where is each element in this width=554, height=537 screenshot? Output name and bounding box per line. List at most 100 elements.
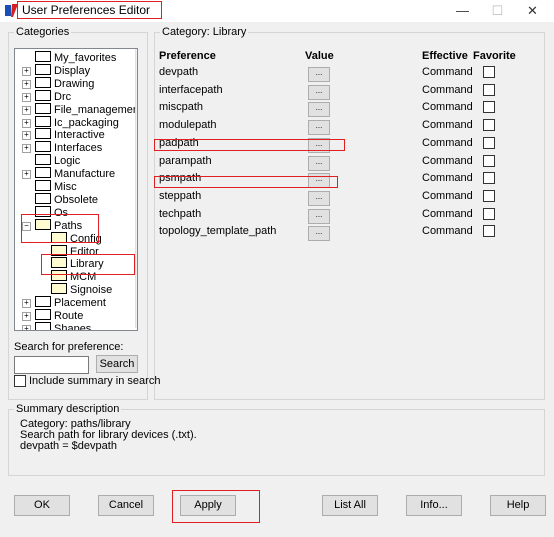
padpath-highlight-box <box>154 139 345 151</box>
tree-item-label: Placement <box>54 297 106 310</box>
tree-item[interactable]: + Shapes <box>22 321 91 330</box>
value-browse-button[interactable]: ... <box>308 102 330 118</box>
tree-item[interactable]: My_favorites <box>35 51 116 64</box>
paths-highlight-box <box>21 214 99 243</box>
value-browse-button[interactable]: ... <box>308 208 330 224</box>
favorite-checkbox[interactable] <box>483 172 495 185</box>
categories-label: Categories <box>14 26 72 38</box>
tree-expander[interactable]: + <box>22 118 31 128</box>
category-tree[interactable]: My_favorites + Display + Drawing + Drc + File_ma… <box>14 48 138 331</box>
favorite-checkbox[interactable] <box>483 136 495 149</box>
folder-icon <box>35 180 51 191</box>
value-browse-button[interactable]: ... <box>308 67 330 82</box>
favorite-checkbox[interactable] <box>483 101 495 114</box>
tree-item[interactable]: + Drc <box>22 89 72 103</box>
cancel-button[interactable]: Cancel <box>98 495 154 516</box>
preference-name: steppath <box>159 189 202 202</box>
tree-item[interactable]: + Manufacture <box>22 167 116 181</box>
value-browse-button[interactable]: ... <box>308 120 330 136</box>
folder-icon <box>35 167 51 179</box>
tree-expander[interactable]: + <box>22 131 31 141</box>
psmpath-highlight-box <box>154 176 338 188</box>
effective-value: Command <box>422 154 473 167</box>
include-summary-checkbox[interactable] <box>14 375 26 387</box>
value-browse-button[interactable]: ... <box>308 155 330 171</box>
tree-expander[interactable]: + <box>22 92 31 102</box>
tree-item[interactable]: Obsolete <box>35 192 99 206</box>
tree-expander[interactable]: + <box>22 299 31 309</box>
tree-item[interactable]: + Display <box>22 63 91 77</box>
tree-item[interactable]: + Route <box>22 309 83 322</box>
folder-icon <box>35 309 51 320</box>
tree-item-label: Display <box>54 64 91 77</box>
tree-item[interactable]: + Drawing <box>22 76 94 90</box>
tree-item[interactable]: Signoise <box>51 283 112 296</box>
tree-item-label: Obsolete <box>54 193 99 206</box>
info-button[interactable]: Info... <box>406 495 462 516</box>
tree-expander[interactable]: + <box>22 144 31 154</box>
title-highlight-box <box>17 1 162 19</box>
value-header: Value <box>305 50 334 62</box>
library-highlight-box <box>41 254 135 275</box>
preference-name: modulepath <box>159 119 217 132</box>
value-browse-button[interactable]: ... <box>308 226 330 242</box>
folder-icon <box>35 76 51 88</box>
folder-icon <box>35 154 51 166</box>
favorite-checkbox[interactable] <box>483 207 495 220</box>
category-value: Library <box>212 26 247 38</box>
favorite-checkbox[interactable] <box>483 225 495 238</box>
ok-button[interactable]: OK <box>14 495 70 516</box>
effective-value: Command <box>422 207 473 220</box>
effective-value: Command <box>422 225 473 238</box>
value-browse-button[interactable]: ... <box>308 190 330 206</box>
effective-value: Command <box>422 119 473 132</box>
effective-value: Command <box>422 136 473 149</box>
folder-icon <box>35 89 51 101</box>
tree-item[interactable]: + Placement <box>22 296 106 310</box>
list-all-button[interactable]: List All <box>322 495 378 516</box>
preference-name: topology_template_path <box>159 225 277 238</box>
preference-header: Preference <box>159 50 216 62</box>
tree-item-label: Drc <box>54 90 72 103</box>
category-label: Category: <box>162 26 210 38</box>
tree-expander[interactable]: + <box>22 66 31 76</box>
tree-item[interactable]: + Interactive <box>22 128 105 141</box>
tree-item[interactable]: Logic <box>35 154 80 167</box>
close-button[interactable]: ✕ <box>510 0 554 22</box>
folder-icon <box>51 283 67 295</box>
effective-value: Command <box>422 83 473 96</box>
favorite-checkbox[interactable] <box>483 154 495 167</box>
search-label: Search for preference: <box>14 341 124 353</box>
tree-item[interactable]: + File_management <box>22 102 137 116</box>
tree-item-label: Signoise <box>70 284 113 297</box>
favorite-checkbox[interactable] <box>483 119 495 132</box>
tree-expander[interactable]: + <box>22 105 31 115</box>
favorite-checkbox[interactable] <box>483 189 495 202</box>
folder-icon <box>35 141 51 153</box>
apply-highlight-box <box>172 490 260 523</box>
tree-scrollbar[interactable]: ▲ ▼ <box>135 49 137 328</box>
search-button[interactable]: Search <box>96 355 138 373</box>
favorite-checkbox[interactable] <box>483 83 495 96</box>
tree-expander[interactable]: + <box>22 79 31 89</box>
preference-name: techpath <box>159 207 202 220</box>
tree-item[interactable]: + Interfaces <box>22 141 102 154</box>
effective-value: Command <box>422 66 473 78</box>
value-browse-button[interactable]: ... <box>308 84 330 100</box>
search-input[interactable] <box>14 356 89 374</box>
tree-item-label: Manufacture <box>54 168 116 181</box>
tree-expander[interactable]: + <box>22 170 31 180</box>
tree-item[interactable]: + Ic_packaging <box>22 115 119 129</box>
preference-name: miscpath <box>159 101 204 114</box>
include-summary-label: Include summary in search <box>29 375 161 387</box>
favorite-checkbox[interactable] <box>483 66 495 78</box>
folder-icon <box>35 102 51 114</box>
tree-item[interactable]: Misc <box>35 180 77 193</box>
help-button[interactable]: Help <box>490 495 546 516</box>
folder-icon <box>35 128 51 140</box>
tree-item-label: Ic_packaging <box>54 116 119 129</box>
tree-expander[interactable]: + <box>22 312 31 321</box>
summary-label: Summary description <box>14 403 122 415</box>
tree-expander[interactable]: + <box>22 324 31 330</box>
folder-icon <box>35 51 51 62</box>
